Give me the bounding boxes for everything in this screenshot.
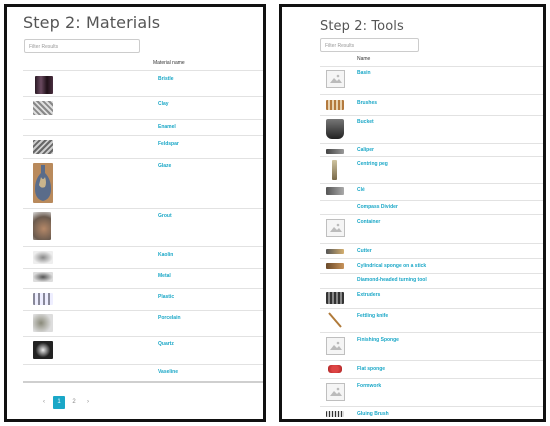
divider xyxy=(23,96,263,97)
tool-link[interactable]: Finishing Sponge xyxy=(357,337,399,343)
divider xyxy=(320,94,543,95)
cylindrical-sponge-image xyxy=(326,263,344,269)
column-header-material-name[interactable]: Material name xyxy=(153,60,185,66)
divider xyxy=(23,119,263,120)
divider xyxy=(320,308,543,309)
material-link[interactable]: Porcelain xyxy=(158,315,181,321)
divider xyxy=(320,332,543,333)
gluing-brush-image xyxy=(326,411,344,417)
tool-link[interactable]: Clé xyxy=(357,187,365,193)
divider xyxy=(320,214,543,215)
page-1-button[interactable]: 1 xyxy=(53,395,65,409)
tool-link[interactable]: Bucket xyxy=(357,119,374,125)
filter-input[interactable]: Filter Results xyxy=(320,38,419,52)
divider xyxy=(23,288,263,289)
material-link[interactable]: Bristle xyxy=(158,76,174,82)
tool-link[interactable]: Fettling knife xyxy=(357,313,388,319)
tool-link[interactable]: Centring peg xyxy=(357,161,388,167)
material-link[interactable]: Glaze xyxy=(158,163,171,169)
tool-link[interactable]: Flat sponge xyxy=(357,366,385,372)
divider xyxy=(23,381,263,383)
materials-panel: Step 2: Materials Filter Results Materia… xyxy=(4,4,266,422)
divider xyxy=(23,208,263,209)
metal-image xyxy=(33,272,53,282)
tool-link[interactable]: Compass Divider xyxy=(357,204,398,210)
glaze-vase-image xyxy=(33,163,53,203)
plastic-image xyxy=(33,293,53,305)
image-placeholder-icon xyxy=(326,383,345,401)
brushes-image xyxy=(326,100,344,110)
divider xyxy=(23,336,263,337)
divider xyxy=(23,268,263,269)
tool-link[interactable]: Cylindrical sponge on a stick xyxy=(357,263,426,269)
tool-link[interactable]: Formwork xyxy=(357,383,381,389)
divider xyxy=(23,70,263,71)
material-link[interactable]: Vaseline xyxy=(158,369,178,375)
tool-link[interactable]: Cutter xyxy=(357,248,372,254)
centring-peg-image xyxy=(332,160,337,180)
divider xyxy=(23,364,263,365)
bristle-image xyxy=(35,76,53,94)
tool-link[interactable]: Container xyxy=(357,219,380,225)
material-link[interactable]: Kaolin xyxy=(158,252,173,258)
image-placeholder-icon xyxy=(326,337,345,355)
tool-link[interactable]: Gluing Brush xyxy=(357,411,389,417)
caliper-image xyxy=(326,149,344,154)
divider xyxy=(320,360,543,361)
prev-page-button[interactable]: ‹ xyxy=(37,399,51,405)
porcelain-image xyxy=(33,314,53,332)
filter-input[interactable]: Filter Results xyxy=(24,39,140,53)
material-link[interactable]: Feldspar xyxy=(158,141,179,147)
divider xyxy=(320,258,543,259)
material-link[interactable]: Metal xyxy=(158,273,171,279)
divider xyxy=(320,200,543,201)
tool-link[interactable]: Basin xyxy=(357,70,371,76)
quartz-image xyxy=(33,341,53,359)
image-placeholder-icon xyxy=(326,70,345,88)
divider xyxy=(320,273,543,274)
divider xyxy=(23,158,263,159)
cutter-image xyxy=(326,249,344,254)
page-title: Step 2: Materials xyxy=(23,13,161,32)
bucket-image xyxy=(326,119,344,139)
divider xyxy=(320,288,543,289)
divider xyxy=(320,243,543,244)
divider xyxy=(320,115,543,116)
kaolin-image xyxy=(33,251,53,264)
cle-image xyxy=(326,187,344,195)
divider xyxy=(320,143,543,144)
material-link[interactable]: Quartz xyxy=(158,341,174,347)
tool-link[interactable]: Brushes xyxy=(357,100,377,106)
page-title: Step 2: Tools xyxy=(320,19,404,34)
grout-image xyxy=(33,212,51,240)
next-page-button[interactable]: › xyxy=(81,399,95,405)
material-link[interactable]: Clay xyxy=(158,101,169,107)
divider xyxy=(320,378,543,379)
extruders-image xyxy=(326,292,344,304)
divider xyxy=(320,66,543,67)
tool-link[interactable]: Caliper xyxy=(357,147,374,153)
divider xyxy=(320,156,543,157)
tools-panel: Step 2: Tools Filter Results Name Basin … xyxy=(279,4,546,422)
flat-sponge-image xyxy=(328,365,342,373)
material-link[interactable]: Grout xyxy=(158,213,172,219)
divider xyxy=(23,310,263,311)
divider xyxy=(23,135,263,136)
divider xyxy=(320,406,543,407)
column-header-name[interactable]: Name xyxy=(357,56,370,62)
divider xyxy=(320,183,543,184)
clay-image xyxy=(33,101,53,115)
material-link[interactable]: Plastic xyxy=(158,294,174,300)
tool-link[interactable]: Extruders xyxy=(357,292,380,298)
divider xyxy=(23,246,263,247)
page-2-button[interactable]: 2 xyxy=(67,399,81,405)
material-link[interactable]: Enamel xyxy=(158,124,176,130)
image-placeholder-icon xyxy=(326,219,345,237)
fettling-knife-image xyxy=(328,312,342,328)
tool-link[interactable]: Diamond-headed turning tool xyxy=(357,277,427,283)
feldspar-image xyxy=(33,140,53,154)
pagination: ‹ 1 2 › xyxy=(37,395,95,409)
